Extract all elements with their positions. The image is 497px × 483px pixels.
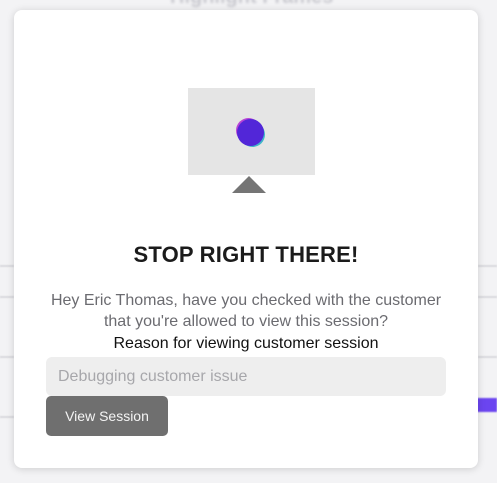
background-divider (478, 356, 497, 358)
view-session-button[interactable]: View Session (46, 396, 168, 436)
background-divider (0, 356, 14, 358)
recording-dot-icon (237, 119, 264, 146)
reason-label: Reason for viewing customer session (113, 335, 379, 352)
monitor-stand-icon (232, 176, 266, 193)
background-divider (0, 296, 14, 298)
background-divider (478, 296, 497, 298)
background-heading: Highlight Frames (170, 0, 333, 9)
reason-input[interactable] (46, 357, 446, 396)
monitor-screen-icon (188, 88, 315, 175)
modal-title: STOP RIGHT THERE! (133, 242, 359, 267)
background-divider (478, 265, 497, 267)
session-warning-modal: STOP RIGHT THERE! Hey Eric Thomas, have … (14, 10, 478, 468)
background-divider (0, 416, 14, 418)
modal-message: Hey Eric Thomas, have you checked with t… (50, 292, 442, 330)
monitor-illustration (188, 88, 315, 193)
background-divider (0, 265, 14, 267)
